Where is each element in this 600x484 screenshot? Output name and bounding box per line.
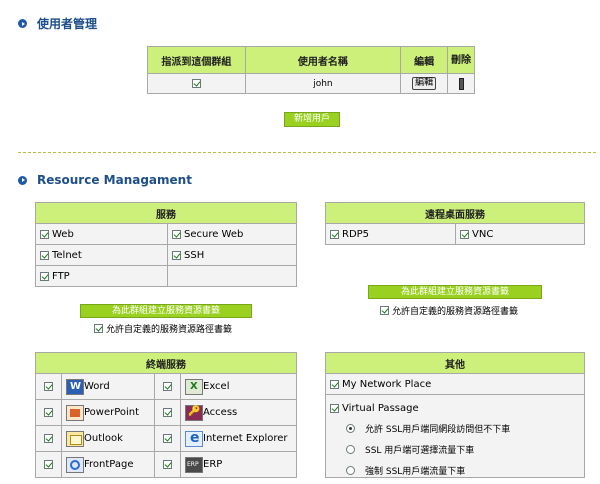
services-create-bookmark-button[interactable]: 為此群組建立服務資源書籤 bbox=[80, 304, 252, 318]
excel-checkbox[interactable] bbox=[163, 381, 172, 391]
terminal-outlook: Outlook bbox=[61, 425, 155, 452]
virtual-passage-row[interactable]: Virtual Passage bbox=[330, 401, 584, 415]
section-bullet-icon bbox=[18, 19, 27, 28]
remote-rdp5[interactable]: RDP5 bbox=[325, 223, 456, 245]
telnet-checkbox[interactable] bbox=[40, 250, 49, 260]
erp-checkbox[interactable] bbox=[163, 459, 172, 469]
frontpage-checkbox[interactable] bbox=[44, 459, 53, 469]
service-ftp[interactable]: FTP bbox=[35, 265, 168, 287]
terminal-word: Word bbox=[61, 373, 155, 400]
rdp5-checkbox[interactable] bbox=[330, 229, 339, 239]
terminal-services-table: 終端服務 Word Excel PowerPoint Access Outloo… bbox=[35, 352, 297, 478]
services-table: 服務 Web Secure Web Telnet SSH FTP bbox=[35, 202, 297, 287]
internet-explorer-icon bbox=[185, 430, 203, 447]
excel-icon bbox=[185, 378, 203, 395]
user-table: 指派到這個群組 使用者名稱 編輯 刪除 john 編輯 bbox=[147, 46, 475, 94]
powerpoint-icon bbox=[66, 404, 84, 421]
powerpoint-checkbox[interactable] bbox=[44, 407, 53, 417]
frontpage-icon bbox=[66, 456, 84, 473]
terminal-internet-explorer: Internet Explorer bbox=[180, 425, 297, 452]
edit-button[interactable]: 編輯 bbox=[412, 77, 437, 90]
header-delete: 刪除 bbox=[447, 46, 475, 74]
other-header: 其他 bbox=[325, 352, 585, 374]
other-table: 其他 My Network Place Virtual Passage 允許 S… bbox=[325, 352, 585, 478]
user-management-title: 使用者管理 bbox=[18, 15, 97, 32]
outlook-checkbox[interactable] bbox=[44, 433, 53, 443]
internet-explorer-checkbox[interactable] bbox=[163, 433, 172, 443]
ftp-checkbox[interactable] bbox=[40, 271, 49, 281]
web-checkbox[interactable] bbox=[40, 229, 49, 239]
remote-allow-custom: 允許自定義的服務資源路徑書籤 bbox=[380, 304, 518, 317]
header-edit: 編輯 bbox=[400, 46, 449, 74]
radio-button[interactable] bbox=[346, 444, 355, 454]
delete-icon[interactable] bbox=[458, 77, 464, 90]
secure-web-checkbox[interactable] bbox=[172, 229, 181, 239]
section-bullet-icon bbox=[18, 175, 27, 185]
radio-option-1[interactable]: 允許 SSL用戶端同網段訪問但不下車 bbox=[346, 421, 584, 435]
services-allow-checkbox[interactable] bbox=[94, 324, 103, 333]
word-checkbox[interactable] bbox=[44, 381, 53, 391]
radio-option-2[interactable]: SSL 用戶端可選擇流量下車 bbox=[346, 442, 584, 456]
service-telnet[interactable]: Telnet bbox=[35, 244, 168, 266]
word-icon bbox=[66, 378, 84, 395]
remote-vnc[interactable]: VNC bbox=[455, 223, 585, 245]
section-divider bbox=[18, 152, 596, 153]
my-network-place-checkbox[interactable] bbox=[330, 379, 339, 389]
terminal-frontpage: FrontPage bbox=[61, 451, 155, 478]
radio-button[interactable] bbox=[346, 465, 355, 475]
terminal-services-header: 終端服務 bbox=[35, 352, 297, 374]
username-cell: john bbox=[244, 73, 402, 94]
erp-icon bbox=[185, 456, 203, 473]
virtual-passage-checkbox[interactable] bbox=[330, 403, 339, 413]
terminal-access: Access bbox=[180, 399, 297, 426]
remote-desktop-table: 遠程桌面服務 RDP5 VNC bbox=[325, 202, 585, 245]
header-assign: 指派到這個群組 bbox=[147, 46, 246, 74]
ssh-checkbox[interactable] bbox=[172, 250, 181, 260]
terminal-erp: ERP bbox=[180, 451, 297, 478]
service-secure-web[interactable]: Secure Web bbox=[167, 223, 297, 245]
service-web[interactable]: Web bbox=[35, 223, 168, 245]
service-ssh[interactable]: SSH bbox=[167, 244, 297, 266]
remote-allow-checkbox[interactable] bbox=[380, 306, 389, 315]
my-network-place-row[interactable]: My Network Place bbox=[325, 373, 585, 395]
vnc-checkbox[interactable] bbox=[460, 229, 469, 239]
resource-management-title: Resource Managament bbox=[18, 173, 192, 187]
remote-desktop-header: 遠程桌面服務 bbox=[325, 202, 585, 224]
outlook-icon bbox=[66, 430, 84, 447]
services-allow-custom: 允許自定義的服務資源路徑書籤 bbox=[94, 322, 232, 335]
table-row: john 編輯 bbox=[147, 73, 475, 94]
access-icon bbox=[185, 404, 203, 421]
header-username: 使用者名稱 bbox=[244, 46, 402, 74]
add-user-button[interactable]: 新增用戶 bbox=[284, 112, 340, 127]
services-header: 服務 bbox=[35, 202, 297, 224]
virtual-passage-cell: Virtual Passage 允許 SSL用戶端同網段訪問但不下車 SSL 用… bbox=[325, 394, 585, 478]
terminal-powerpoint: PowerPoint bbox=[61, 399, 155, 426]
terminal-excel: Excel bbox=[180, 373, 297, 400]
remote-create-bookmark-button[interactable]: 為此群組建立服務資源書籤 bbox=[368, 285, 542, 299]
radio-option-3[interactable]: 強制 SSL用戶端流量下車 bbox=[346, 463, 584, 477]
assign-checkbox[interactable] bbox=[191, 78, 201, 88]
access-checkbox[interactable] bbox=[163, 407, 172, 417]
radio-button[interactable] bbox=[346, 423, 355, 433]
